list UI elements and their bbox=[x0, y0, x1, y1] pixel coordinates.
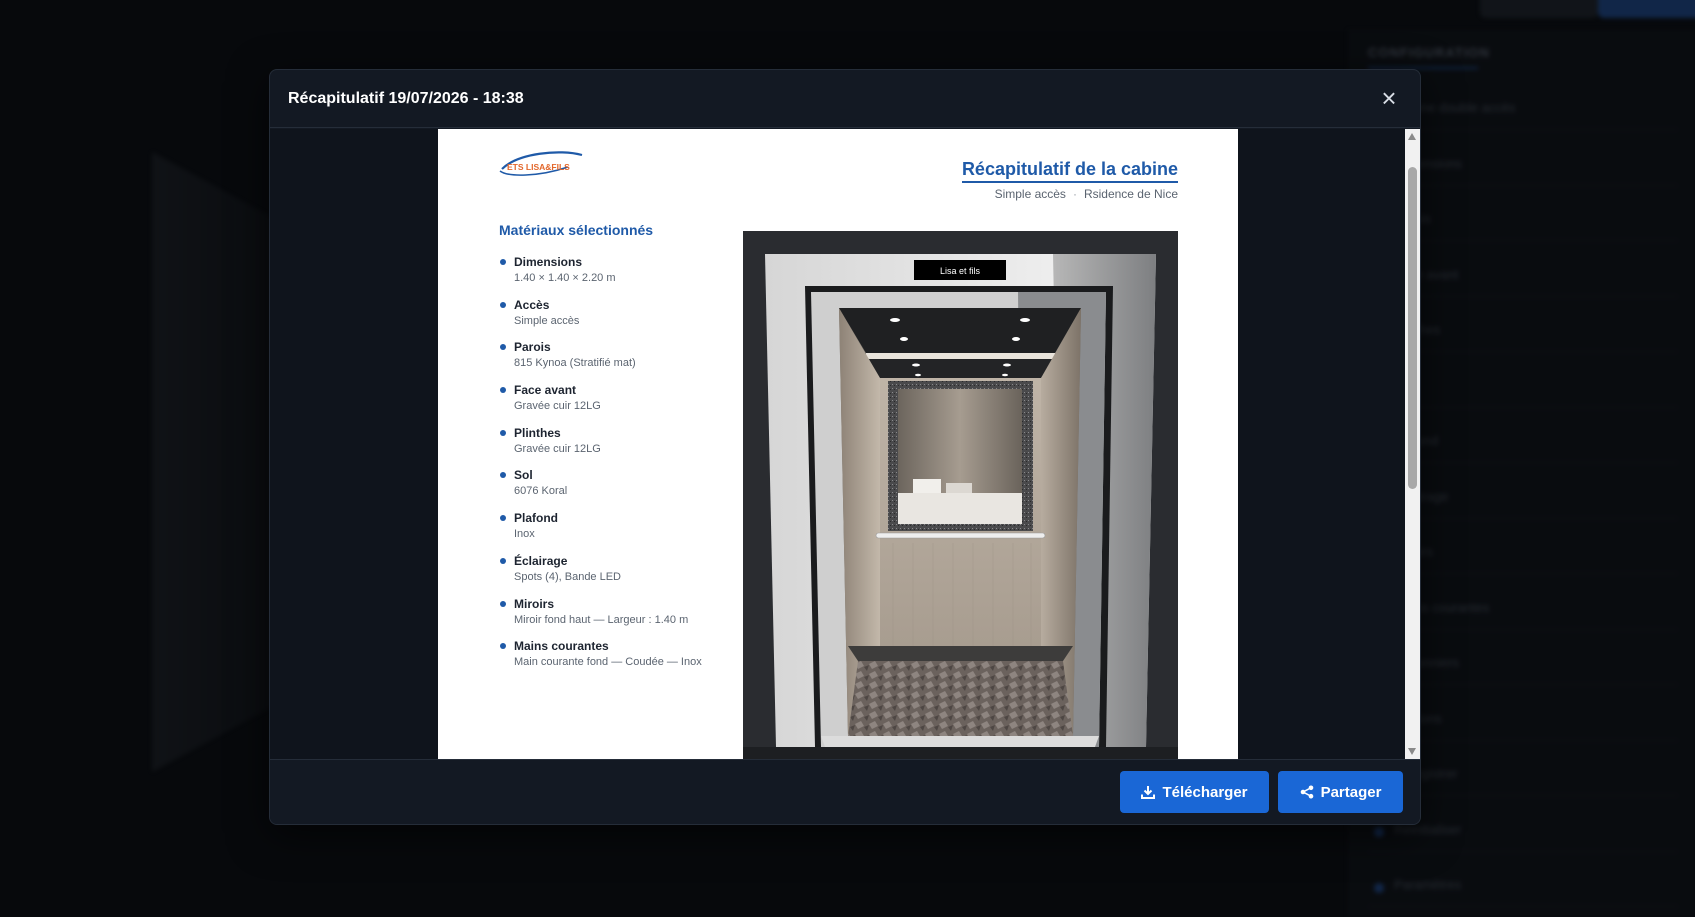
material-label: Sol bbox=[514, 468, 533, 483]
materials-heading: Matériaux sélectionnés bbox=[499, 222, 654, 238]
material-item: Mains courantes Main courante fond — Coud… bbox=[499, 639, 739, 682]
material-item: Accès Simple accès bbox=[499, 298, 739, 341]
material-item: Sol 6076 Koral bbox=[499, 468, 739, 511]
material-value: Gravée cuir 12LG bbox=[514, 400, 601, 413]
cabin-render-image: Lisa et fils bbox=[743, 231, 1178, 759]
material-value: Simple accès bbox=[514, 314, 580, 327]
material-label: Plafond bbox=[514, 511, 558, 526]
share-label: Partager bbox=[1320, 783, 1382, 801]
download-button[interactable]: Télécharger bbox=[1120, 771, 1269, 813]
material-item: Dimensions 1.40 × 1.40 × 2.20 m bbox=[499, 255, 739, 298]
modal-footer: Télécharger Partager bbox=[270, 759, 1420, 824]
material-label: Miroirs bbox=[514, 596, 555, 611]
material-label: Parois bbox=[514, 340, 551, 355]
material-value: Spots (4), Bande LED bbox=[514, 570, 622, 583]
material-value: 815 Kynoa (Stratifié mat) bbox=[514, 357, 636, 370]
material-label: Dimensions bbox=[514, 255, 583, 269]
material-item: Parois 815 Kynoa (Stratifié mat) bbox=[499, 340, 739, 383]
vertical-scrollbar[interactable] bbox=[1405, 129, 1420, 759]
subtitle-site: Rsidence de Nice bbox=[1083, 187, 1178, 201]
background-dot-icon bbox=[1374, 827, 1384, 837]
modal-body[interactable]: ETS LISA&FILS Récapitulatif de la cabine… bbox=[270, 129, 1420, 759]
material-item: Plafond Inox bbox=[499, 511, 739, 554]
scroll-thumb[interactable] bbox=[1408, 167, 1417, 489]
download-icon bbox=[1141, 786, 1156, 799]
svg-text:ETS LISA&FILS: ETS LISA&FILS bbox=[507, 162, 570, 172]
modal-header: Récapitulatif 19/07/2026 - 18:38 × bbox=[270, 70, 1420, 128]
material-label: Mains courantes bbox=[514, 639, 609, 654]
material-item: Éclairage Spots (4), Bande LED bbox=[499, 554, 739, 597]
material-value: Inox bbox=[514, 528, 535, 541]
material-label: Éclairage bbox=[514, 553, 568, 568]
material-item: Face avant Gravée cuir 12LG bbox=[499, 383, 739, 426]
share-icon bbox=[1300, 785, 1313, 799]
background-sidebar-title: CONFIGURATION bbox=[1368, 45, 1490, 60]
material-label: Face avant bbox=[514, 383, 577, 398]
material-label: Plinthes bbox=[514, 425, 561, 440]
material-item: Plinthes Gravée cuir 12LG bbox=[499, 426, 739, 469]
subtitle-access: Simple accès bbox=[994, 187, 1066, 201]
company-logo: ETS LISA&FILS bbox=[499, 151, 583, 176]
modal-title: Récapitulatif 19/07/2026 - 18:38 bbox=[288, 90, 524, 107]
share-button[interactable]: Partager bbox=[1278, 771, 1403, 813]
background-sidebar-item: Paramètres bbox=[1368, 859, 1678, 907]
scroll-down-icon[interactable] bbox=[1408, 748, 1416, 755]
material-value: 1.40 × 1.40 × 2.20 m bbox=[514, 272, 616, 284]
background-top-primary-button bbox=[1598, 0, 1695, 18]
material-value: Miroir fond haut — Largeur : 1.40 m bbox=[514, 613, 689, 626]
material-value: Gravée cuir 12LG bbox=[514, 442, 601, 455]
background-dot-icon bbox=[1374, 883, 1384, 893]
cabin-sign-text: Lisa et fils bbox=[940, 266, 981, 276]
document-subtitle: Simple accès · Rsidence de Nice bbox=[994, 187, 1178, 201]
scroll-up-icon[interactable] bbox=[1408, 133, 1416, 140]
material-value: 6076 Koral bbox=[514, 485, 568, 498]
material-label: Accès bbox=[514, 297, 550, 312]
download-label: Télécharger bbox=[1162, 783, 1248, 801]
material-item: Miroirs Miroir fond haut — Largeur : 1.40… bbox=[499, 597, 739, 640]
close-icon[interactable]: × bbox=[1374, 84, 1404, 114]
material-value: Main courante fond — Coudée — Inox bbox=[514, 656, 702, 669]
summary-document-page: ETS LISA&FILS Récapitulatif de la cabine… bbox=[438, 129, 1238, 759]
background-top-button bbox=[1480, 0, 1598, 18]
document-title: Récapitulatif de la cabine bbox=[961, 159, 1178, 183]
materials-list: Dimensions 1.40 × 1.40 × 2.20 m Accès Simpl… bbox=[499, 255, 739, 682]
summary-modal: Récapitulatif 19/07/2026 - 18:38 × ETS L… bbox=[269, 69, 1421, 825]
